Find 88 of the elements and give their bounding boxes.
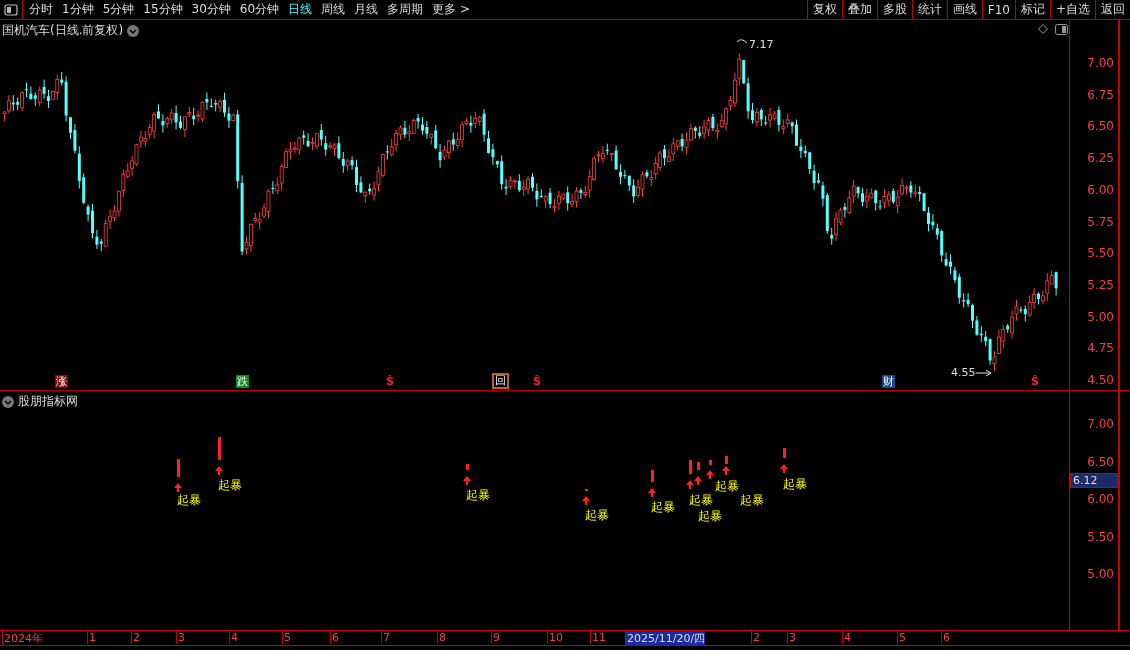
- event-marker[interactable]: Ŝ: [532, 375, 542, 388]
- indicator-axis-label: 5.00: [1087, 567, 1114, 581]
- current-value-label: 6.12: [1070, 473, 1118, 488]
- signal-bar: [218, 437, 221, 460]
- price-axis-label: 5.00: [1087, 309, 1114, 324]
- indicator-axis-label: 6.00: [1087, 492, 1114, 506]
- period-tab[interactable]: 月线: [354, 1, 379, 18]
- date-axis-label: 6: [941, 631, 950, 644]
- date-axis-label: 2024年: [2, 631, 43, 646]
- date-axis-label: 4: [842, 631, 851, 644]
- signal-label: 起暴: [177, 492, 201, 509]
- price-axis-label: 7.00: [1087, 56, 1114, 70]
- event-marker[interactable]: 涨: [55, 375, 68, 388]
- high-price-label: 7.17: [749, 38, 774, 51]
- price-axis-label: 5.75: [1087, 214, 1114, 229]
- stock-title: 国机汽车(日线.前复权): [2, 22, 124, 39]
- signal-bar: [466, 464, 469, 470]
- indicator-axis-label: 6.50: [1087, 454, 1114, 469]
- period-tab[interactable]: 更多 >: [432, 1, 470, 18]
- signal-bar: [697, 462, 700, 470]
- up-arrow-icon: [582, 496, 590, 505]
- price-axis-label: 5.25: [1087, 277, 1114, 292]
- signal-label: 起暴: [698, 508, 722, 525]
- date-axis-label: 2: [751, 631, 760, 644]
- period-tab[interactable]: 1分钟: [62, 1, 94, 18]
- signal-label: 起暴: [783, 476, 807, 493]
- price-axis-label: 4.50: [1087, 373, 1114, 387]
- up-arrow-icon: [648, 488, 656, 497]
- signal-label: 起暴: [651, 499, 675, 516]
- period-tab[interactable]: 15分钟: [143, 1, 183, 18]
- period-tab[interactable]: 60分钟: [239, 1, 280, 18]
- event-marker[interactable]: Ŝ: [1030, 375, 1040, 388]
- date-axis-label: 1: [87, 631, 96, 644]
- signal-bar: [177, 459, 180, 477]
- price-axis-label: 5.50: [1087, 246, 1114, 261]
- date-axis-label: 7: [381, 631, 390, 644]
- period-tab[interactable]: 5分钟: [102, 1, 135, 18]
- dropdown-icon[interactable]: [2, 395, 14, 408]
- date-axis-label: 5: [282, 631, 291, 644]
- signal-label: 起暴: [740, 492, 764, 509]
- event-marker[interactable]: 回: [492, 373, 509, 389]
- diamond-icon[interactable]: [1038, 24, 1048, 34]
- indicator-title: 股朋指标网: [18, 393, 78, 410]
- up-arrow-icon: [215, 466, 223, 475]
- date-axis-label: 5: [897, 631, 906, 644]
- dropdown-icon[interactable]: [127, 24, 140, 37]
- event-marker[interactable]: Ŝ: [385, 375, 395, 388]
- date-axis-label: 6: [330, 631, 339, 644]
- period-tab[interactable]: 周线: [321, 1, 346, 18]
- event-marker[interactable]: 财: [882, 375, 895, 388]
- price-axis-label: 6.00: [1087, 182, 1114, 197]
- date-axis-label: 11: [590, 631, 606, 644]
- signal-label: 起暴: [715, 478, 739, 495]
- indicator-axis-label: 5.50: [1087, 529, 1114, 544]
- signal-bar: [709, 460, 712, 465]
- date-axis-label: 10: [547, 631, 563, 644]
- price-axis-label: 6.25: [1087, 151, 1114, 166]
- signal-bar: [725, 456, 728, 464]
- period-tab[interactable]: 多周期: [387, 1, 424, 18]
- period-tab[interactable]: 分时: [29, 1, 53, 18]
- signal-label: 起暴: [218, 477, 242, 494]
- period-tab[interactable]: 日线: [288, 1, 313, 18]
- low-pointer-arrow: [975, 369, 992, 377]
- event-marker[interactable]: 跌: [236, 375, 249, 388]
- signal-label: 起暴: [585, 507, 609, 524]
- date-axis-label: 2025/11/20/四: [625, 631, 706, 646]
- up-arrow-icon: [780, 464, 788, 473]
- date-axis-label: 3: [787, 631, 796, 644]
- signal-bar: [689, 460, 692, 474]
- signal-bar: [651, 470, 654, 482]
- signal-label: 起暴: [689, 492, 713, 509]
- low-price-label: 4.55: [951, 366, 976, 379]
- signal-label: 起暴: [466, 487, 490, 504]
- date-axis-label: 8: [437, 631, 446, 644]
- panel-toggle-icon[interactable]: [1055, 24, 1068, 35]
- up-arrow-icon: [174, 483, 182, 492]
- price-axis-label: 6.75: [1087, 87, 1114, 102]
- date-axis-label: 2: [131, 631, 140, 644]
- period-tab[interactable]: 30分钟: [191, 1, 231, 18]
- date-axis-label: 4: [229, 631, 238, 644]
- date-axis-label: 3: [176, 631, 185, 644]
- up-arrow-icon: [463, 476, 471, 485]
- signal-bar: [783, 448, 786, 458]
- price-axis-label: 6.50: [1087, 119, 1114, 134]
- panel-toggle-icon[interactable]: [4, 3, 18, 16]
- date-axis-label: 9: [491, 631, 500, 644]
- price-axis-label: 4.75: [1087, 341, 1114, 356]
- indicator-axis-label: 7.00: [1087, 417, 1114, 431]
